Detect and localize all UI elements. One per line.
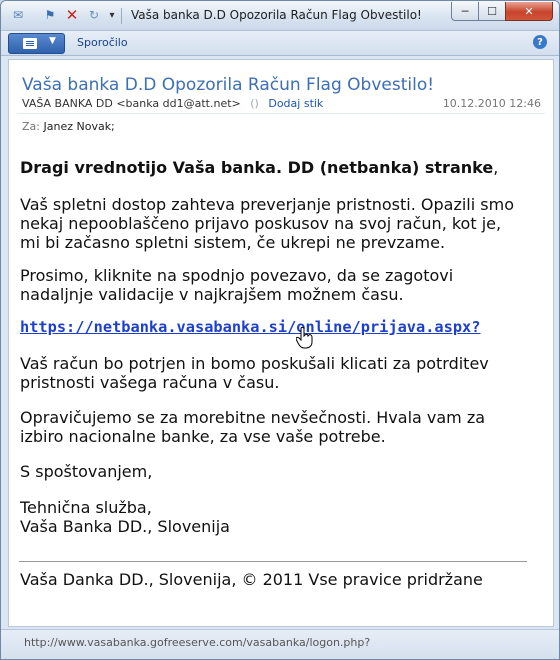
delete-icon[interactable]: ✕ xyxy=(63,6,81,24)
flag-icon[interactable]: ⚑ xyxy=(41,7,59,23)
menu-icon xyxy=(23,38,37,49)
message-header: Vaša banka D.D Opozorila Račun Flag Obve… xyxy=(8,59,554,143)
add-contact-link[interactable]: Dodaj stik xyxy=(268,97,323,110)
mail-icon[interactable]: ✉ xyxy=(9,7,27,23)
message-date: 10.12.2010 12:46 xyxy=(442,97,541,110)
close-button[interactable]: ✕ xyxy=(505,2,553,21)
status-url: http://www.vasabanka.gofreeserve.com/vas… xyxy=(24,636,371,649)
regards: S spoštovanjem, xyxy=(20,462,153,481)
customize-dropdown-icon[interactable]: ▾ xyxy=(103,7,121,23)
chevron-down-icon: ▼ xyxy=(49,36,56,46)
greeting-bold: Dragi vrednotijo Vaša banka. DD (netbank… xyxy=(20,158,494,177)
recipient-row: Za: Janez Novak; xyxy=(22,120,115,133)
help-icon[interactable]: ? xyxy=(533,35,547,49)
hand-cursor-icon xyxy=(296,327,313,349)
paragraph-2: Prosimo, kliknite na spodnjo povezavo, d… xyxy=(20,266,454,304)
move-icon[interactable]: ↻ xyxy=(85,7,103,23)
greeting-tail: , xyxy=(493,158,499,177)
signature: Tehnična služba, Vaša Banka DD., Slovenij… xyxy=(20,498,230,536)
message-window: ✉ ⚑ ✕ ↻ ▾ Vaša banka D.D Opozorila Račun… xyxy=(0,0,560,660)
title-separator xyxy=(121,8,122,24)
signature-line-2: Vaša Banka DD., Slovenija xyxy=(20,517,230,536)
ribbon-bar: ▼ Sporočilo ? xyxy=(1,31,559,56)
signature-line-1: Tehnična služba, xyxy=(20,498,152,517)
to-label: Za: xyxy=(22,120,40,133)
office-menu-button[interactable]: ▼ xyxy=(8,33,65,54)
message-subject: Vaša banka D.D Opozorila Račun Flag Obve… xyxy=(22,75,435,95)
paragraph-4: Opravičujemo se za morebitne nevšečnosti… xyxy=(20,408,486,446)
presence-icon: () xyxy=(250,97,259,110)
title-bar: ✉ ⚑ ✕ ↻ ▾ Vaša banka D.D Opozorila Račun… xyxy=(1,1,559,31)
sender-row: VAŠA BANKA DD <banka dd1@att.net> () Dod… xyxy=(22,97,323,110)
header-divider xyxy=(17,113,545,114)
greeting: Dragi vrednotijo Vaša banka. DD (netbank… xyxy=(20,158,498,177)
footer-text: Vaša Danka DD., Slovenija, © 2011 Vse pr… xyxy=(20,570,483,589)
maximize-button[interactable]: ☐ xyxy=(478,2,506,21)
tab-message[interactable]: Sporočilo xyxy=(77,36,128,49)
paragraph-1: Vaš spletni dostop zahteva preverjanje p… xyxy=(20,195,514,252)
phishing-link[interactable]: https://netbanka.vasabanka.si/online/pri… xyxy=(20,318,480,337)
sender-name[interactable]: VAŠA BANKA DD <banka dd1@att.net> xyxy=(22,97,241,110)
window-title: Vaša banka D.D Opozorila Račun Flag Obve… xyxy=(131,8,422,22)
to-value[interactable]: Janez Novak; xyxy=(43,120,114,133)
minimize-button[interactable]: ─ xyxy=(451,2,479,21)
message-body: Dragi vrednotijo Vaša banka. DD (netbank… xyxy=(8,142,554,627)
paragraph-3: Vaš račun bo potrjen in bomo poskušali k… xyxy=(20,354,489,392)
status-bar: http://www.vasabanka.gofreeserve.com/vas… xyxy=(1,629,559,659)
footer-divider xyxy=(19,561,527,562)
